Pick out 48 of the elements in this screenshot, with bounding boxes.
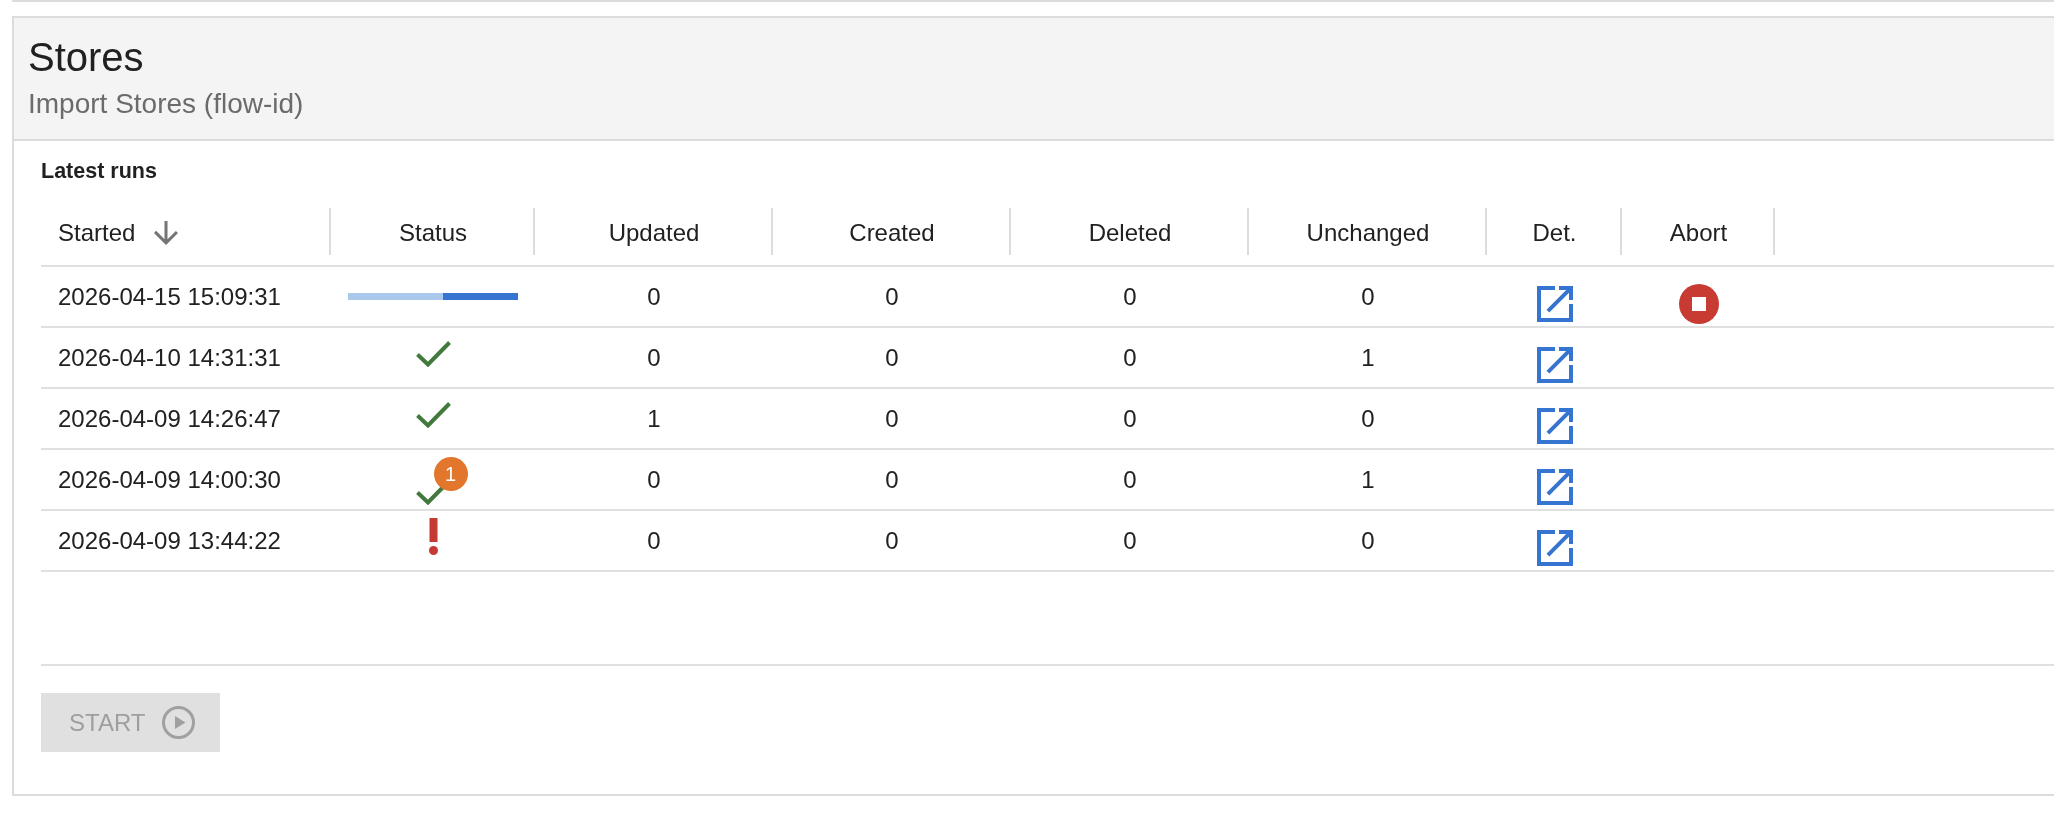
play-circle-icon <box>162 706 196 739</box>
table-cell: 0 <box>1011 388 1249 449</box>
table-cell: 0 <box>773 510 1011 571</box>
table-cell: 2026-04-10 14:31:31 <box>41 327 331 388</box>
table-cell: 0 <box>773 388 1011 449</box>
table-cell: 0 <box>1011 449 1249 510</box>
table-cell: 2026-04-09 14:26:47 <box>41 388 331 449</box>
table-cell: 1 <box>535 388 773 449</box>
exclamation-icon <box>428 517 438 555</box>
section-title: Latest runs <box>41 158 158 184</box>
table-cell: 2026-04-09 14:00:30 <box>41 449 331 510</box>
table-cell: 1 <box>1249 327 1487 388</box>
column-header: Det. <box>1532 219 1577 248</box>
checkmark-icon <box>415 401 451 428</box>
panel-subtitle: Import Stores (flow-id) <box>28 87 305 121</box>
external-link-icon[interactable] <box>1536 347 1573 383</box>
table-cell: 0 <box>773 266 1011 327</box>
notification-badge: 1 <box>433 456 468 491</box>
table-cell: 0 <box>773 449 1011 510</box>
table-cell: 0 <box>1249 388 1487 449</box>
table-cell: 2026-04-15 15:09:31 <box>41 266 331 327</box>
column-header: Status <box>398 219 467 248</box>
checkmark-icon <box>415 340 451 367</box>
table-cell: 2026-04-09 13:44:22 <box>41 510 331 571</box>
column-header: Created <box>849 219 935 248</box>
panel-title: Stores <box>28 34 145 81</box>
table-cell: 0 <box>535 449 773 510</box>
column-header: Unchanged <box>1306 219 1430 248</box>
external-link-icon[interactable] <box>1536 530 1573 566</box>
table-cell: 1 <box>1249 449 1487 510</box>
column-header: Abort <box>1669 219 1728 248</box>
column-header: Updated <box>608 219 700 248</box>
column-header: Started <box>58 219 136 248</box>
table-cell: 0 <box>1249 510 1487 571</box>
table-cell: 0 <box>1011 510 1249 571</box>
table-cell: 0 <box>1249 266 1487 327</box>
table-cell: 0 <box>535 266 773 327</box>
external-link-icon[interactable] <box>1536 469 1573 505</box>
table-cell: 0 <box>535 510 773 571</box>
arrow-down-icon[interactable] <box>154 221 179 246</box>
table-cell: 0 <box>1011 327 1249 388</box>
stop-icon[interactable] <box>1678 284 1719 324</box>
external-link-icon[interactable] <box>1536 286 1573 322</box>
column-header: Deleted <box>1088 219 1172 248</box>
external-link-icon[interactable] <box>1536 408 1573 444</box>
table-cell: 0 <box>1011 266 1249 327</box>
table-cell: 0 <box>773 327 1011 388</box>
table-cell: 0 <box>535 327 773 388</box>
